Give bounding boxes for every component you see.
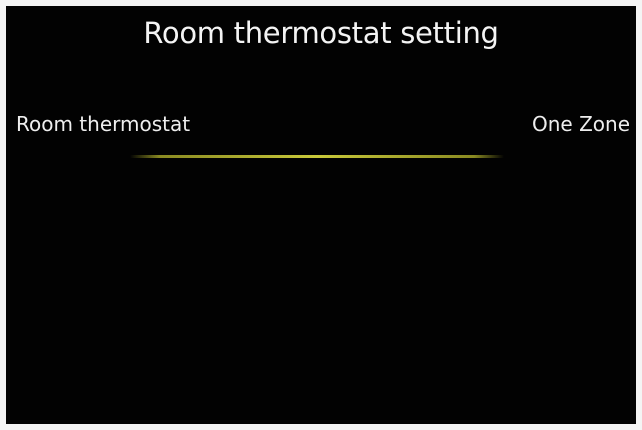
screen-bezel: Room thermostat setting Room thermostat … [0,0,642,430]
thermostat-display: Room thermostat setting Room thermostat … [6,6,636,424]
page-title: Room thermostat setting [143,16,499,50]
setting-label: Room thermostat [16,112,191,136]
setting-value[interactable]: One Zone [532,112,630,136]
selection-underline [130,155,504,158]
room-thermostat-setting-row[interactable]: Room thermostat One Zone [6,102,636,170]
